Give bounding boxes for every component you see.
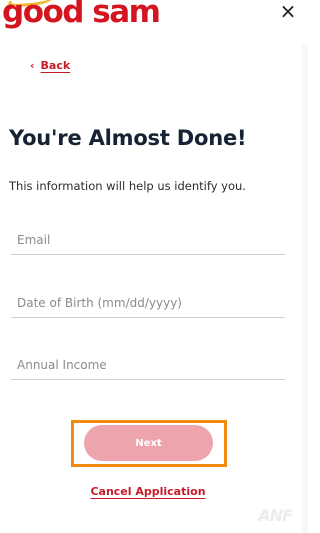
back-link[interactable]: ‹ Back: [30, 59, 70, 72]
page-title: You're Almost Done!: [9, 126, 247, 150]
email-field[interactable]: [11, 225, 285, 255]
watermark-logo: ANF: [258, 506, 293, 525]
scrollbar[interactable]: [302, 44, 308, 533]
chevron-left-icon: ‹: [30, 59, 35, 72]
date-of-birth-field[interactable]: [11, 288, 285, 318]
close-icon[interactable]: ×: [276, 0, 300, 24]
page-subtitle: This information will help us identify y…: [9, 179, 246, 193]
good-sam-logo: good sam: [2, 0, 161, 30]
next-button[interactable]: Next: [84, 425, 213, 461]
application-page: good sam × ‹ Back You're Almost Done! Thi…: [0, 0, 308, 533]
back-label: Back: [40, 59, 71, 72]
annual-income-field[interactable]: [11, 350, 285, 380]
cancel-application-link[interactable]: Cancel Application: [0, 485, 296, 498]
